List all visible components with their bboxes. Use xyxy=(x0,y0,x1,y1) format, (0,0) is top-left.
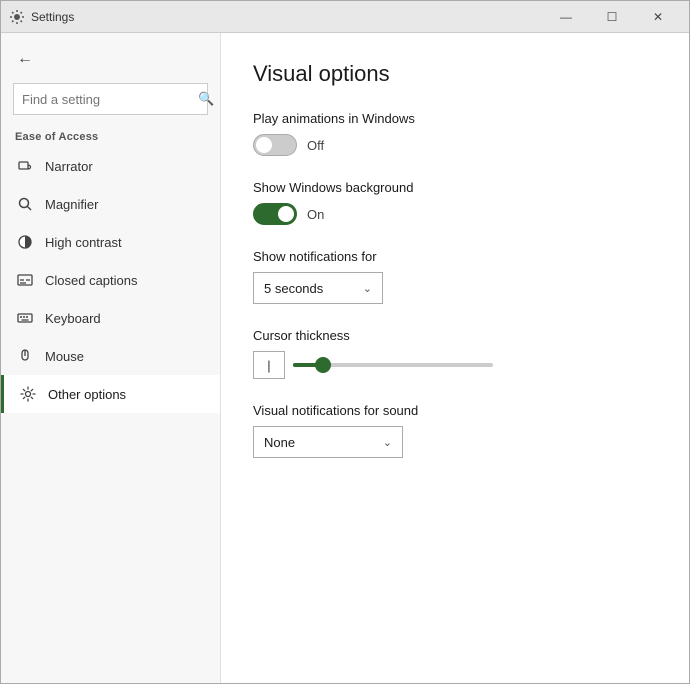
show-background-section: Show Windows background On xyxy=(253,180,657,225)
sidebar-item-other-options-label: Other options xyxy=(48,387,126,402)
sidebar-item-magnifier-label: Magnifier xyxy=(45,197,98,212)
play-animations-section: Play animations in Windows Off xyxy=(253,111,657,156)
show-background-thumb xyxy=(278,206,294,222)
search-box[interactable]: 🔍 xyxy=(13,83,208,115)
magnifier-icon xyxy=(15,194,35,214)
sidebar-item-high-contrast-label: High contrast xyxy=(45,235,122,250)
other-options-icon xyxy=(18,384,38,404)
minimize-button[interactable]: — xyxy=(543,1,589,33)
cursor-thickness-section: Cursor thickness | xyxy=(253,328,657,379)
show-background-toggle-row: On xyxy=(253,203,657,225)
cursor-slider-thumb[interactable] xyxy=(315,357,331,373)
content-area: Visual options Play animations in Window… xyxy=(221,33,689,683)
visual-notifications-label: Visual notifications for sound xyxy=(253,403,657,418)
show-background-toggle[interactable] xyxy=(253,203,297,225)
sidebar-item-magnifier[interactable]: Magnifier xyxy=(1,185,220,223)
maximize-button[interactable]: ☐ xyxy=(589,1,635,33)
cursor-thickness-label: Cursor thickness xyxy=(253,328,657,343)
settings-window: Settings — ☐ ✕ ← 🔍 Ease of Access xyxy=(0,0,690,684)
cursor-slider-track[interactable] xyxy=(293,363,493,367)
sidebar: ← 🔍 Ease of Access Narrator xyxy=(1,33,221,683)
search-icon: 🔍 xyxy=(198,91,214,107)
mouse-icon xyxy=(15,346,35,366)
play-animations-thumb xyxy=(256,137,272,153)
sidebar-item-closed-captions[interactable]: Closed captions xyxy=(1,261,220,299)
keyboard-icon xyxy=(15,308,35,328)
closed-captions-icon xyxy=(15,270,35,290)
sidebar-item-narrator[interactable]: Narrator xyxy=(1,147,220,185)
notifications-dropdown[interactable]: 5 seconds ⌄ xyxy=(253,272,383,304)
cursor-slider-container xyxy=(293,363,493,367)
close-button[interactable]: ✕ xyxy=(635,1,681,33)
title-bar-label: Settings xyxy=(31,10,543,24)
notifications-label: Show notifications for xyxy=(253,249,657,264)
sidebar-item-mouse[interactable]: Mouse xyxy=(1,337,220,375)
back-arrow-icon: ← xyxy=(13,47,37,71)
main-layout: ← 🔍 Ease of Access Narrator xyxy=(1,33,689,683)
notifications-value: 5 seconds xyxy=(264,281,323,296)
visual-notifications-chevron-icon: ⌄ xyxy=(383,436,392,449)
play-animations-toggle[interactable] xyxy=(253,134,297,156)
cursor-preview: | xyxy=(253,351,285,379)
sidebar-section-label: Ease of Access xyxy=(1,121,220,147)
settings-window-icon xyxy=(9,9,25,25)
sidebar-item-narrator-label: Narrator xyxy=(45,159,93,174)
show-background-state: On xyxy=(307,207,324,222)
play-animations-label: Play animations in Windows xyxy=(253,111,657,126)
play-animations-state: Off xyxy=(307,138,324,153)
visual-notifications-dropdown[interactable]: None ⌄ xyxy=(253,426,403,458)
play-animations-toggle-row: Off xyxy=(253,134,657,156)
sidebar-item-mouse-label: Mouse xyxy=(45,349,84,364)
visual-notifications-section: Visual notifications for sound None ⌄ xyxy=(253,403,657,458)
title-bar-controls: — ☐ ✕ xyxy=(543,1,681,33)
cursor-preview-char: | xyxy=(267,358,270,373)
notifications-chevron-icon: ⌄ xyxy=(363,282,372,295)
search-input[interactable] xyxy=(22,92,198,107)
narrator-icon xyxy=(15,156,35,176)
back-button[interactable]: ← xyxy=(1,41,220,77)
title-bar: Settings — ☐ ✕ xyxy=(1,1,689,33)
sidebar-item-keyboard-label: Keyboard xyxy=(45,311,101,326)
cursor-thickness-slider-row: | xyxy=(253,351,657,379)
sidebar-item-high-contrast[interactable]: High contrast xyxy=(1,223,220,261)
visual-notifications-value: None xyxy=(264,435,295,450)
notifications-section: Show notifications for 5 seconds ⌄ xyxy=(253,249,657,304)
page-title: Visual options xyxy=(253,61,657,87)
sidebar-item-closed-captions-label: Closed captions xyxy=(45,273,138,288)
sidebar-item-other-options[interactable]: Other options xyxy=(1,375,220,413)
high-contrast-icon xyxy=(15,232,35,252)
sidebar-item-keyboard[interactable]: Keyboard xyxy=(1,299,220,337)
show-background-label: Show Windows background xyxy=(253,180,657,195)
